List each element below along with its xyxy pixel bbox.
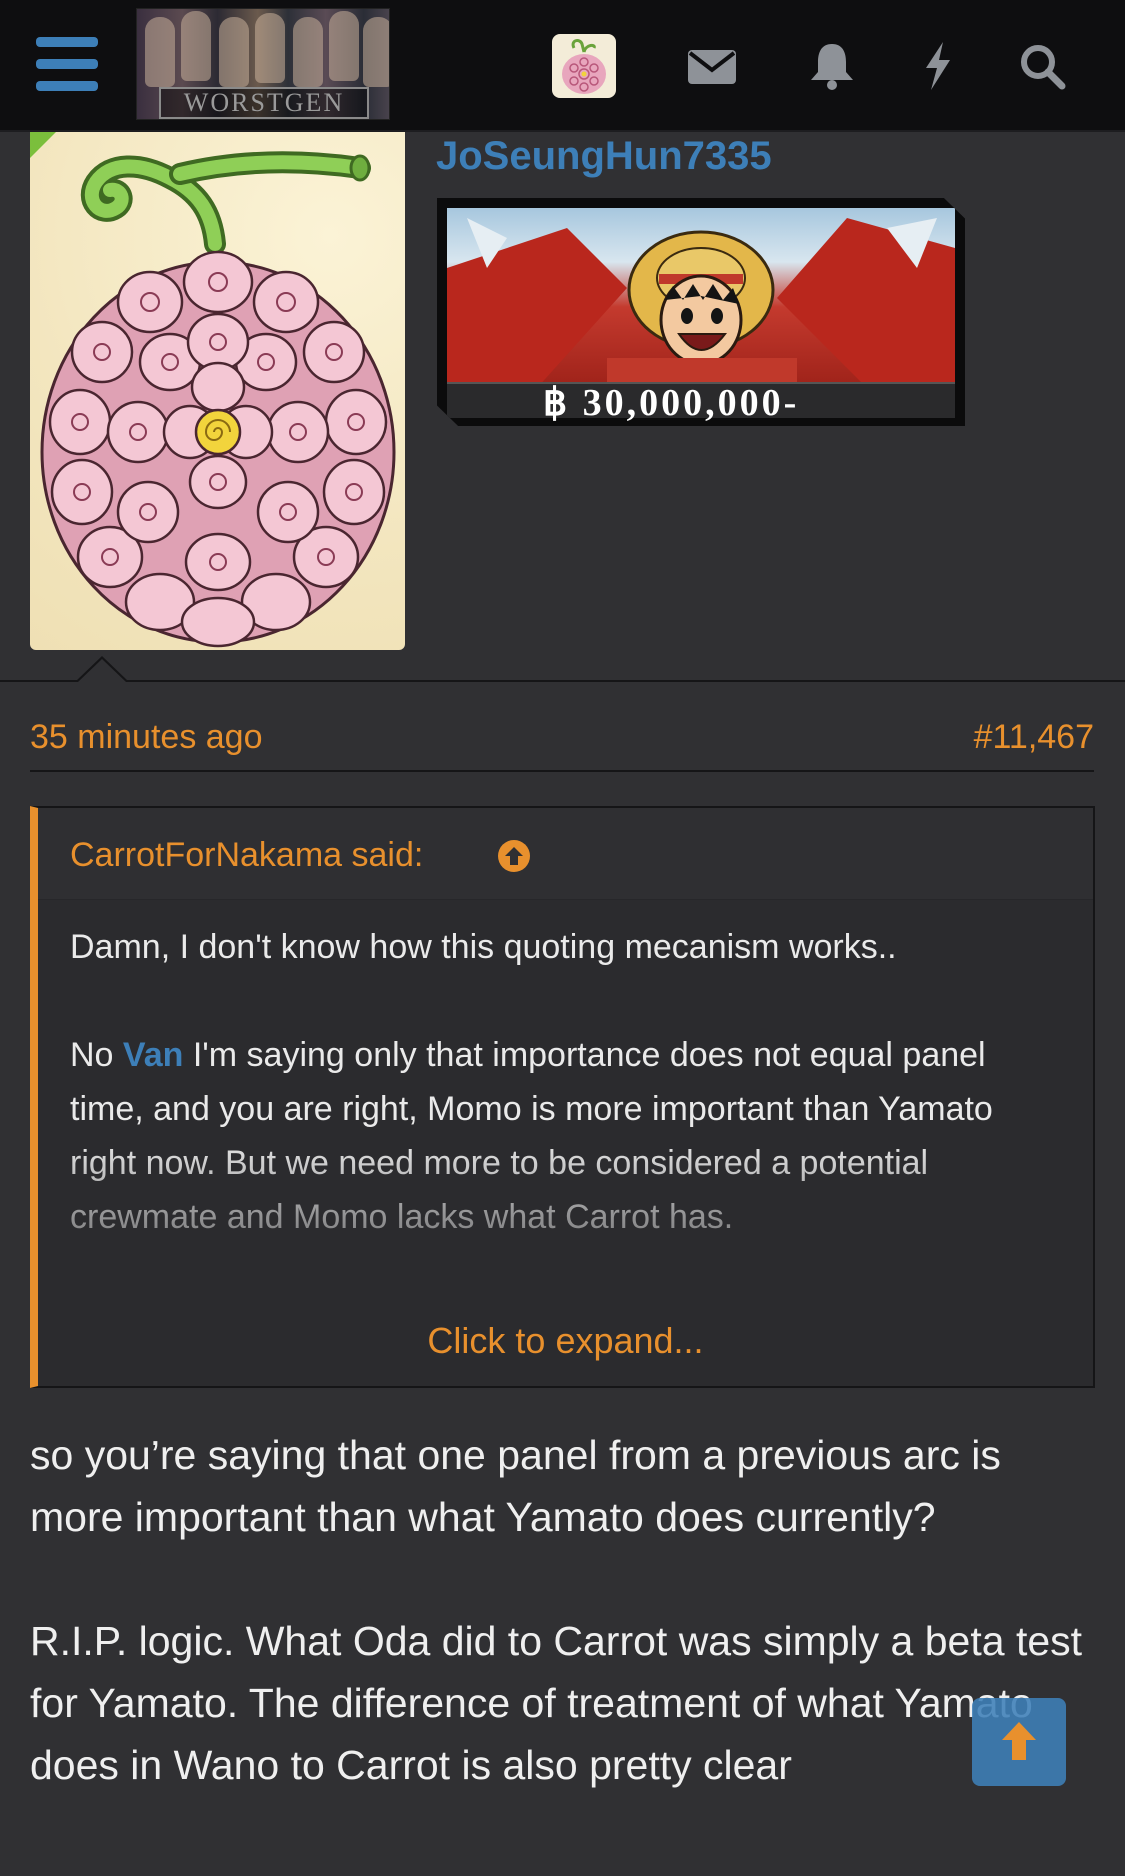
post-body: so you’re saying that one panel from a p…	[30, 1424, 1100, 1858]
search-icon[interactable]	[1014, 38, 1070, 94]
bounty-artwork	[447, 208, 955, 388]
user-avatar-nav[interactable]	[552, 34, 616, 98]
post-author-username[interactable]: JoSeungHun7335	[436, 134, 772, 179]
quote-line-1: Damn, I don't know how this quoting meca…	[70, 928, 897, 966]
menu-icon[interactable]	[36, 37, 98, 91]
reply-paragraph-1: so you’re saying that one panel from a p…	[30, 1432, 1001, 1540]
quote-author[interactable]: CarrotForNakama said:	[70, 836, 423, 875]
arrow-up-icon	[1002, 1722, 1036, 1760]
online-indicator	[30, 132, 56, 158]
top-navigation-bar: WORSTGEN	[0, 0, 1125, 132]
logo-text: WORSTGEN	[159, 87, 369, 119]
scroll-to-top-button[interactable]	[972, 1698, 1066, 1786]
quote-header: CarrotForNakama said:	[38, 808, 1093, 900]
reply-paragraph-2: R.I.P. logic. What Oda did to Carrot was…	[30, 1618, 1083, 1788]
bell-icon[interactable]	[804, 38, 860, 94]
avatar-pointer	[76, 656, 128, 682]
post-permalink[interactable]: #11,467	[974, 718, 1094, 757]
post-author-avatar[interactable]	[30, 132, 405, 650]
post-meta: 35 minutes ago #11,467	[30, 712, 1094, 772]
arrow-up-circle-icon[interactable]	[496, 838, 532, 874]
quote-fade-overlay	[38, 1138, 1093, 1278]
mail-icon[interactable]	[684, 38, 740, 94]
post-timestamp[interactable]: 35 minutes ago	[30, 718, 263, 757]
expand-quote-link[interactable]: Click to expand...	[38, 1320, 1093, 1362]
post-divider	[0, 680, 1125, 682]
meta-divider	[30, 770, 1094, 772]
site-logo[interactable]: WORSTGEN	[136, 8, 390, 120]
user-mention[interactable]: Van	[123, 1036, 183, 1074]
bolt-icon[interactable]	[910, 38, 966, 94]
bounty-amount: ฿ 30,000,000-	[543, 382, 800, 424]
quote-block: CarrotForNakama said: Damn, I don't know…	[30, 806, 1095, 1388]
